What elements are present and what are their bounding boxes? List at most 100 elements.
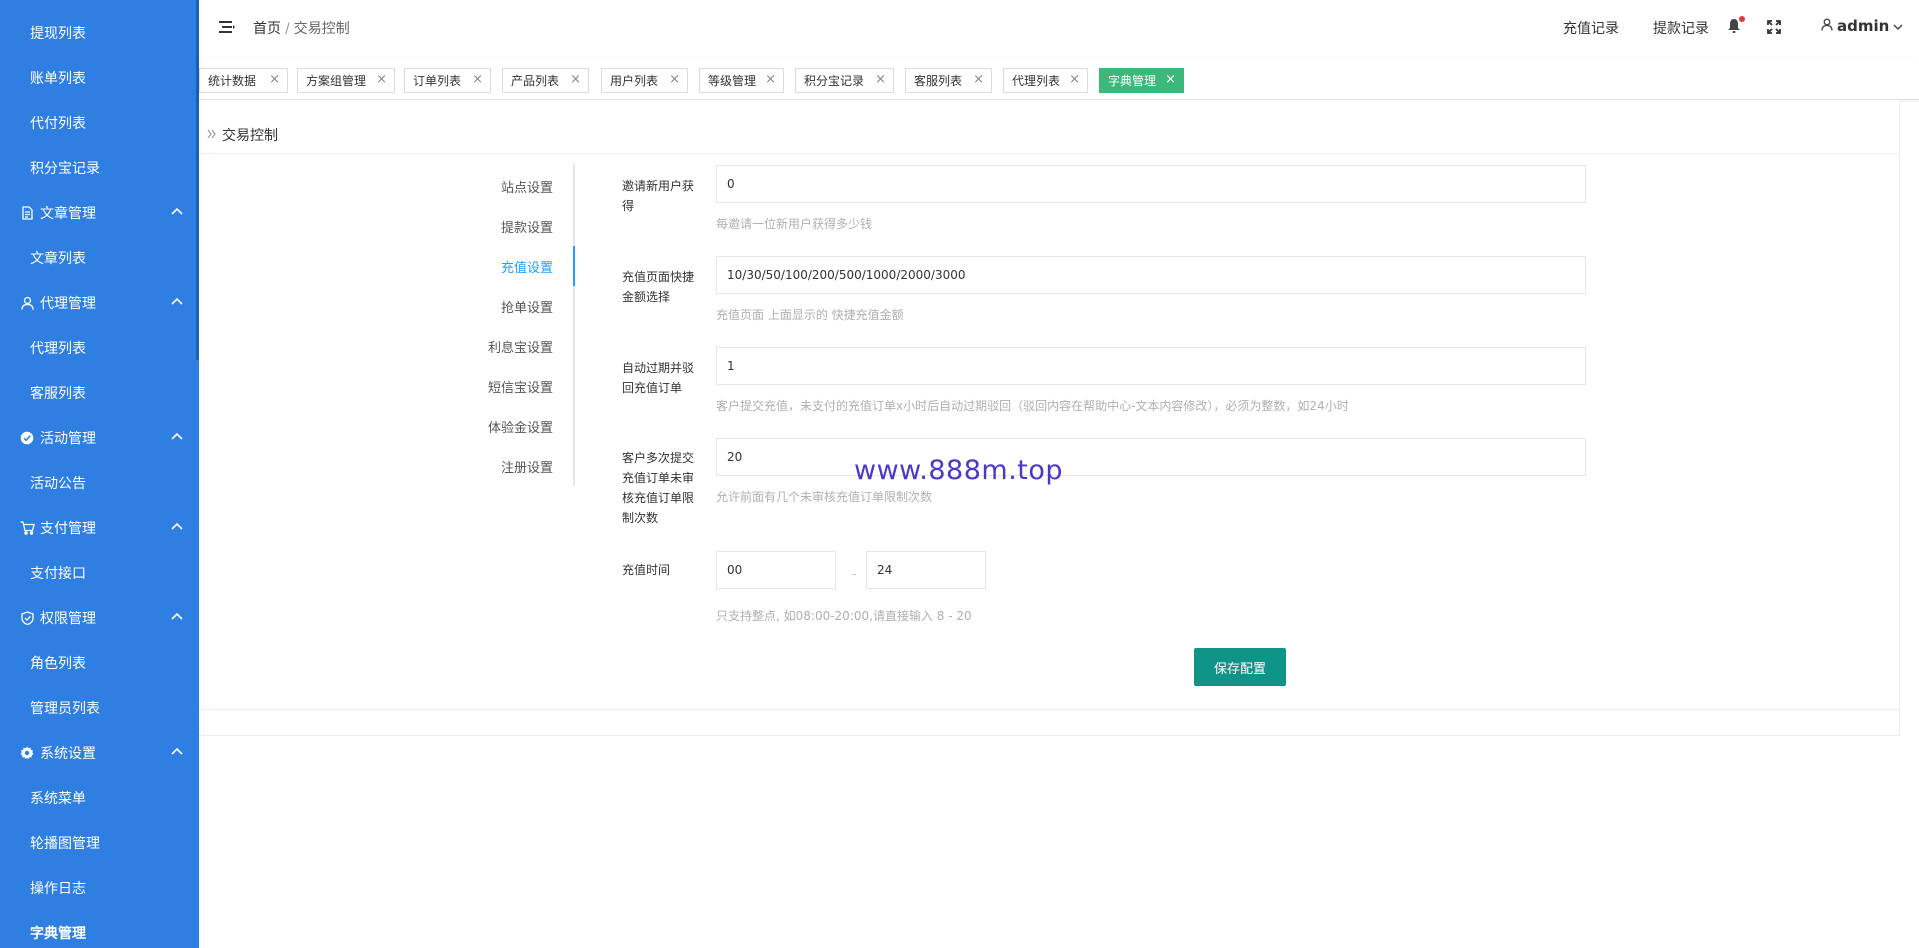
quick-amounts-hint: 充值页面 上面显示的 快捷充值金额 bbox=[716, 308, 904, 322]
sidebar-item-label: 支付接口 bbox=[30, 565, 86, 582]
sidebar-item-15[interactable]: 管理员列表 bbox=[0, 685, 199, 730]
page-tab-3[interactable]: 产品列表 × bbox=[502, 68, 589, 93]
sidebar-item-3[interactable]: 积分宝记录 bbox=[0, 145, 199, 190]
settings-tab-4[interactable]: 利息宝设置 bbox=[488, 337, 553, 356]
sidebar-item-12[interactable]: 支付接口 bbox=[0, 550, 199, 595]
close-icon[interactable]: × bbox=[875, 72, 886, 87]
page-tab-label: 积分宝记录 bbox=[804, 74, 865, 88]
breadcrumb: 首页 / 交易控制 bbox=[253, 18, 350, 38]
settings-tab-6[interactable]: 体验金设置 bbox=[488, 417, 553, 436]
sidebar-group-13[interactable]: 权限管理 bbox=[0, 595, 199, 640]
page-tab-8[interactable]: 代理列表 × bbox=[1003, 68, 1088, 93]
invite-reward-hint: 每邀请一位新用户获得多少钱 bbox=[716, 217, 873, 231]
sidebar-item-1[interactable]: 账单列表 bbox=[0, 55, 199, 100]
page-tab-1[interactable]: 方案组管理 × bbox=[297, 68, 395, 93]
close-icon[interactable]: × bbox=[669, 72, 680, 87]
sidebar-item-7[interactable]: 代理列表 bbox=[0, 325, 199, 370]
chevron-up-icon bbox=[169, 428, 185, 444]
sidebar-group-9[interactable]: 活动管理 bbox=[0, 415, 199, 460]
sidebar-group-6[interactable]: 代理管理 bbox=[0, 280, 199, 325]
notification-bell-icon[interactable] bbox=[1727, 16, 1745, 36]
panel-header: 交易控制 bbox=[207, 125, 278, 145]
auto-expire-input[interactable]: 1 bbox=[716, 347, 1586, 385]
gear-icon bbox=[19, 745, 35, 761]
page-tab-2[interactable]: 订单列表 × bbox=[404, 68, 491, 93]
user-name: admin bbox=[1837, 17, 1890, 35]
page-tab-4[interactable]: 用户列表 × bbox=[601, 68, 688, 93]
close-icon[interactable]: × bbox=[570, 72, 581, 87]
settings-tab-7[interactable]: 注册设置 bbox=[501, 457, 553, 476]
settings-tab-1[interactable]: 提款设置 bbox=[501, 217, 553, 236]
recharge-time-separator: - bbox=[852, 567, 857, 581]
breadcrumb-separator: / bbox=[285, 21, 290, 37]
close-icon[interactable]: × bbox=[269, 72, 280, 87]
sidebar-item-18[interactable]: 轮播图管理 bbox=[0, 820, 199, 865]
sidebar-item-label: 管理员列表 bbox=[30, 700, 100, 717]
settings-tab-3[interactable]: 抢单设置 bbox=[501, 297, 553, 316]
activity-icon bbox=[19, 430, 35, 446]
sidebar-item-label: 代付列表 bbox=[30, 115, 86, 132]
invite-reward-input[interactable]: 0 bbox=[716, 165, 1586, 203]
menu-toggle-icon[interactable] bbox=[219, 19, 235, 33]
chevron-up-icon bbox=[169, 518, 185, 534]
sidebar-item-8[interactable]: 客服列表 bbox=[0, 370, 199, 415]
page-tab-0[interactable]: 统计数据 × bbox=[199, 68, 288, 93]
page-tab-7[interactable]: 客服列表 × bbox=[905, 68, 992, 93]
sidebar: 提现列表账单列表代付列表积分宝记录文章管理文章列表代理管理代理列表客服列表 活动管… bbox=[0, 0, 199, 948]
sidebar-group-11[interactable]: 支付管理 bbox=[0, 505, 199, 550]
save-config-button[interactable]: 保存配置 bbox=[1194, 648, 1286, 686]
settings-tab-5[interactable]: 短信宝设置 bbox=[488, 377, 553, 396]
multi-submit-input[interactable]: 20 bbox=[716, 438, 1586, 476]
sidebar-item-5[interactable]: 文章列表 bbox=[0, 235, 199, 280]
chevron-up-icon bbox=[169, 293, 185, 309]
close-icon[interactable]: × bbox=[765, 72, 776, 87]
recharge-time-hint: 只支持整点, 如08:00-20:00,请直接输入 8 - 20 bbox=[716, 609, 972, 623]
sidebar-item-label: 轮播图管理 bbox=[30, 835, 100, 852]
breadcrumb-home[interactable]: 首页 bbox=[253, 21, 281, 37]
quick-amounts-label: 充值页面快捷金额选择 bbox=[622, 270, 695, 304]
page-tab-6[interactable]: 积分宝记录 × bbox=[795, 68, 894, 93]
sidebar-item-0[interactable]: 提现列表 bbox=[0, 10, 199, 55]
sidebar-item-label: 文章管理 bbox=[40, 205, 96, 222]
close-icon[interactable]: × bbox=[472, 72, 483, 87]
watermark-text: www.888m.top bbox=[854, 455, 1064, 486]
page-tab-9[interactable]: 字典管理 × bbox=[1099, 68, 1184, 93]
vtab-rail bbox=[573, 164, 575, 486]
settings-tab-0[interactable]: 站点设置 bbox=[501, 177, 553, 196]
sidebar-item-2[interactable]: 代付列表 bbox=[0, 100, 199, 145]
chevron-down-icon bbox=[1893, 17, 1903, 35]
page-tab-label: 产品列表 bbox=[511, 74, 560, 88]
settings-tab-2[interactable]: 充值设置 bbox=[501, 257, 553, 276]
page-tab-label: 字典管理 bbox=[1108, 74, 1157, 88]
sidebar-item-19[interactable]: 操作日志 bbox=[0, 865, 199, 910]
close-icon[interactable]: × bbox=[1069, 72, 1080, 87]
sidebar-item-label: 代理列表 bbox=[30, 340, 86, 357]
user-icon bbox=[1821, 17, 1833, 35]
recharge-time-end-input[interactable]: 24 bbox=[866, 551, 986, 589]
sidebar-item-14[interactable]: 角色列表 bbox=[0, 640, 199, 685]
page-tab-label: 等级管理 bbox=[708, 74, 757, 88]
page-tab-5[interactable]: 等级管理 × bbox=[699, 68, 784, 93]
close-icon[interactable]: × bbox=[376, 72, 387, 87]
page-tab-label: 方案组管理 bbox=[306, 74, 367, 88]
user-menu[interactable]: admin bbox=[1821, 17, 1903, 35]
auto-expire-hint: 客户提交充值，未支付的充值订单x小时后自动过期驳回（驳回内容在帮助中心-文本内容… bbox=[716, 399, 1349, 413]
sidebar-item-20[interactable]: 字典管理 bbox=[0, 910, 199, 948]
divider bbox=[199, 153, 1899, 154]
withdraw-records-link[interactable]: 提款记录 bbox=[1653, 18, 1709, 38]
recharge-time-start-input[interactable]: 00 bbox=[716, 551, 836, 589]
recharge-records-link[interactable]: 充值记录 bbox=[1563, 18, 1619, 38]
quick-amounts-input[interactable]: 10/30/50/100/200/500/1000/2000/3000 bbox=[716, 256, 1586, 294]
sidebar-item-label: 提现列表 bbox=[30, 25, 86, 42]
user-icon bbox=[19, 295, 35, 311]
close-icon[interactable]: × bbox=[973, 72, 984, 87]
sidebar-group-16[interactable]: 系统设置 bbox=[0, 730, 199, 775]
fullscreen-icon[interactable] bbox=[1767, 19, 1783, 35]
sidebar-item-label: 系统菜单 bbox=[30, 790, 86, 807]
close-icon[interactable]: × bbox=[1165, 72, 1176, 87]
sidebar-item-label: 支付管理 bbox=[40, 520, 96, 537]
sidebar-item-10[interactable]: 活动公告 bbox=[0, 460, 199, 505]
sidebar-item-label: 文章列表 bbox=[30, 250, 86, 267]
sidebar-group-4[interactable]: 文章管理 bbox=[0, 190, 199, 235]
sidebar-item-17[interactable]: 系统菜单 bbox=[0, 775, 199, 820]
